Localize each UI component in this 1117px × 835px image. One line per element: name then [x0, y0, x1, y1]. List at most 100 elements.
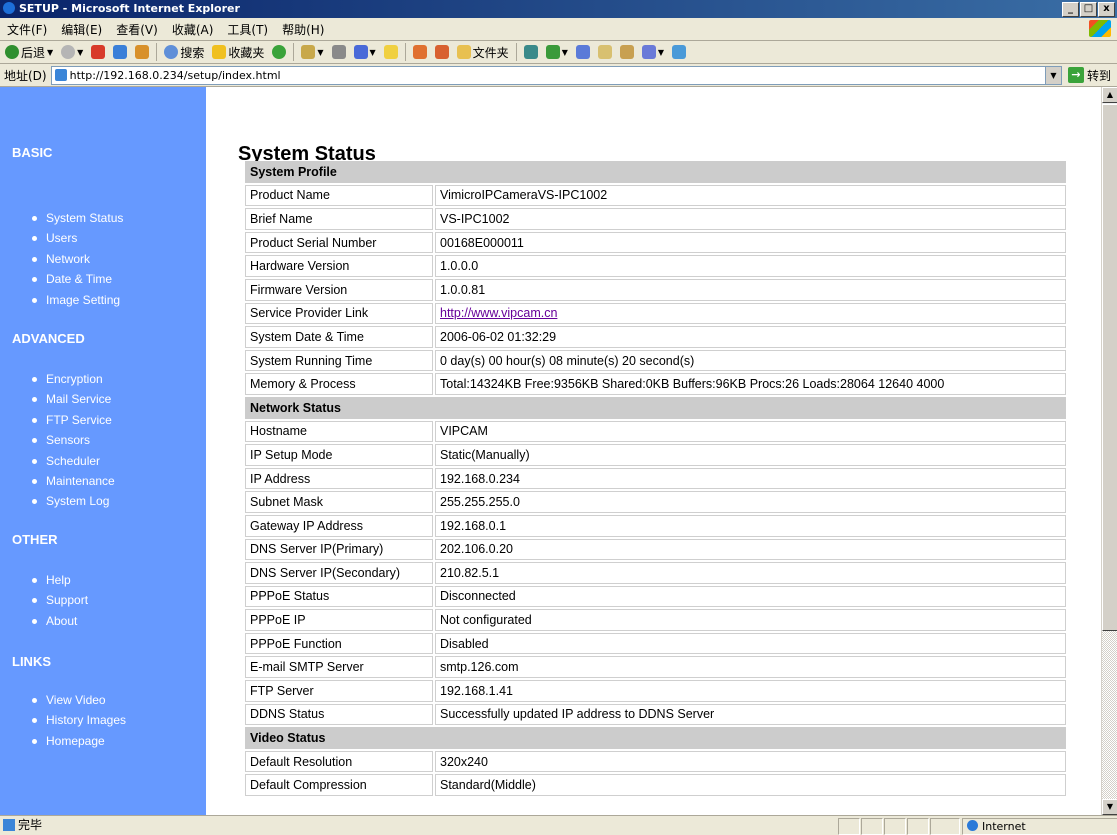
status-cell	[861, 818, 883, 835]
address-dropdown[interactable]: ▼	[1044, 66, 1061, 84]
sidebar-item-system-status[interactable]: System Status	[32, 208, 123, 228]
star-icon	[212, 45, 227, 59]
row-label: IP Address	[245, 467, 433, 490]
table-row: Product Name VimicroIPCameraVS-IPC1002	[245, 184, 1066, 207]
forward-button[interactable]: ▼	[58, 42, 86, 62]
stop-icon	[91, 45, 106, 59]
mail-button[interactable]: ▼	[298, 42, 326, 62]
favorites-button[interactable]: 收藏夹	[209, 42, 267, 62]
sidebar-item-encryption[interactable]: Encryption	[32, 369, 115, 389]
folders-button[interactable]: 文件夹	[454, 42, 512, 62]
messenger-alt-icon	[434, 45, 449, 59]
zone-label: Internet	[982, 820, 1026, 833]
menu-edit[interactable]: 编辑(E)	[54, 21, 109, 38]
messenger-button[interactable]	[410, 42, 430, 62]
sidebar-item-users[interactable]: Users	[32, 228, 123, 248]
maximize-button[interactable]: □	[1080, 2, 1097, 17]
sidebar-item-date-time[interactable]: Date & Time	[32, 269, 123, 289]
cut-button[interactable]	[573, 42, 593, 62]
menu-help[interactable]: 帮助(H)	[275, 21, 331, 38]
stop-button[interactable]	[88, 42, 108, 62]
sidebar-item-ftp-service[interactable]: FTP Service	[32, 410, 115, 430]
home-button[interactable]	[132, 42, 152, 62]
table-row: PPPoE IP Not configurated	[245, 609, 1066, 631]
row-value: Successfully updated IP address to DDNS …	[435, 703, 1066, 726]
copy-button[interactable]	[595, 42, 615, 62]
history-button[interactable]	[269, 42, 289, 62]
sidebar-item-support[interactable]: Support	[32, 590, 88, 610]
table-row: Product Serial Number 00168E000011	[245, 231, 1066, 254]
table-row: PPPoE Function Disabled	[245, 632, 1066, 655]
sidebar-item-image-setting[interactable]: Image Setting	[32, 290, 123, 310]
sidebar-item-history-images[interactable]: History Images	[32, 710, 126, 730]
messenger2-button[interactable]	[432, 42, 452, 62]
status-cell	[884, 818, 906, 835]
menu-file[interactable]: 文件(F)	[0, 21, 54, 38]
row-value: Standard(Middle)	[435, 774, 1066, 797]
mail-icon	[301, 45, 316, 59]
scroll-up-button[interactable]: ▲	[1102, 87, 1117, 103]
go-button[interactable]: → 转到	[1067, 67, 1117, 84]
sidebar-item-homepage[interactable]: Homepage	[32, 731, 126, 751]
globe-icon	[967, 820, 978, 831]
scroll-thumb[interactable]	[1102, 104, 1117, 631]
scroll-track[interactable]	[1102, 631, 1117, 799]
page-content: BASIC System Status Users Network Date &…	[0, 87, 1101, 815]
vertical-scrollbar[interactable]: ▲ ▼	[1101, 87, 1117, 815]
row-value: Disabled	[435, 632, 1066, 655]
close-button[interactable]: x	[1098, 2, 1115, 17]
scroll-down-button[interactable]: ▼	[1102, 799, 1117, 815]
print-button[interactable]	[329, 42, 349, 62]
page-icon	[54, 68, 67, 81]
table-row: Default Compression Standard(Middle)	[245, 774, 1066, 797]
menu-view[interactable]: 查看(V)	[109, 21, 165, 38]
paste-button[interactable]	[617, 42, 637, 62]
page-done-icon	[3, 819, 15, 831]
row-label: System Running Time	[245, 349, 433, 372]
sidebar-item-help[interactable]: Help	[32, 570, 88, 590]
sidebar-item-mail-service[interactable]: Mail Service	[32, 389, 115, 409]
address-input[interactable]: http://192.168.0.234/setup/index.html ▼	[50, 65, 1062, 85]
menu-tools[interactable]: 工具(T)	[220, 21, 275, 38]
menu-bar: 文件(F) 编辑(E) 查看(V) 收藏(A) 工具(T) 帮助(H)	[0, 18, 1117, 41]
service-provider-link[interactable]: http://www.vipcam.cn	[440, 306, 557, 320]
extra-button[interactable]	[669, 42, 689, 62]
sidebar-item-sensors[interactable]: Sensors	[32, 430, 115, 450]
note-icon	[383, 45, 398, 59]
minimize-button[interactable]: _	[1062, 2, 1079, 17]
row-value: 1.0.0.0	[435, 255, 1066, 277]
search-button[interactable]: 搜索	[161, 42, 207, 62]
row-label: Gateway IP Address	[245, 514, 433, 537]
row-label: Subnet Mask	[245, 491, 433, 513]
discuss-button[interactable]	[381, 42, 401, 62]
row-value: Total:14324KB Free:9356KB Shared:0KB Buf…	[435, 373, 1066, 395]
edit-button[interactable]: ▼	[351, 42, 379, 62]
row-label: Product Serial Number	[245, 231, 433, 254]
sidebar-item-system-log[interactable]: System Log	[32, 491, 115, 511]
sidebar-item-maintenance[interactable]: Maintenance	[32, 471, 115, 491]
sidebar-item-scheduler[interactable]: Scheduler	[32, 451, 115, 471]
table-row: Hardware Version 1.0.0.0	[245, 255, 1066, 277]
sidebar-item-view-video[interactable]: View Video	[32, 690, 126, 710]
sidebar-item-about[interactable]: About	[32, 611, 88, 631]
row-value: 0 day(s) 00 hour(s) 08 minute(s) 20 seco…	[435, 349, 1066, 372]
word-icon	[353, 45, 368, 59]
go-label: 转到	[1086, 68, 1111, 83]
encoding-button[interactable]: ▼	[639, 42, 667, 62]
copy-icon	[597, 45, 612, 59]
people-button[interactable]: ▼	[543, 42, 571, 62]
section-header: Video Status	[245, 727, 1066, 749]
window-button[interactable]	[521, 42, 541, 62]
row-value: 192.168.1.41	[435, 680, 1066, 702]
sidebar-section-links: LINKS	[12, 654, 51, 669]
menu-favorites[interactable]: 收藏(A)	[165, 21, 221, 38]
sidebar-item-network[interactable]: Network	[32, 249, 123, 269]
folder-icon	[456, 45, 471, 59]
history-icon	[272, 45, 287, 59]
row-value: 2006-06-02 01:32:29	[435, 326, 1066, 348]
cut-icon	[575, 45, 590, 59]
refresh-button[interactable]	[110, 42, 130, 62]
table-row: Subnet Mask 255.255.255.0	[245, 491, 1066, 513]
sidebar-list-basic: System Status Users Network Date & Time …	[32, 208, 123, 310]
back-button[interactable]: 后退 ▼	[2, 42, 56, 62]
